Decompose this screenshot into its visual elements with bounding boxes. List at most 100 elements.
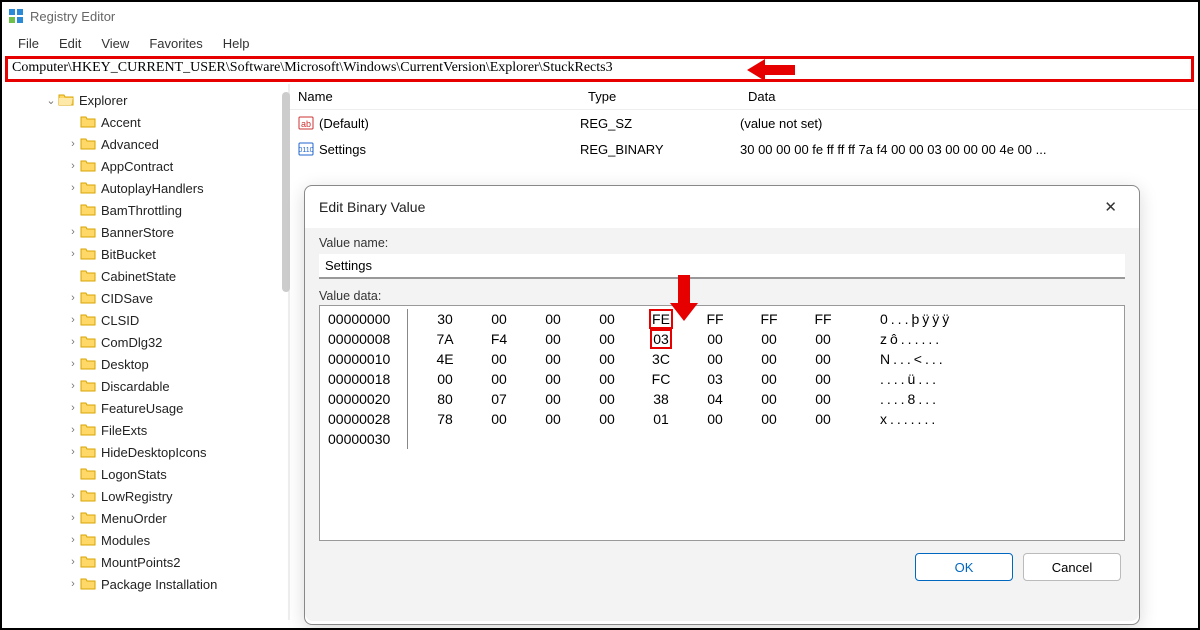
hex-byte[interactable]: 00	[580, 369, 634, 389]
menu-help[interactable]: Help	[213, 33, 260, 54]
cancel-button[interactable]: Cancel	[1023, 553, 1121, 581]
menu-favorites[interactable]: Favorites	[139, 33, 212, 54]
hex-row[interactable]: 000000208007000038040000....8...	[326, 389, 1118, 409]
hex-byte[interactable]: 00	[796, 409, 850, 429]
hex-byte[interactable]: 00	[526, 389, 580, 409]
hex-byte[interactable]: 00	[580, 409, 634, 429]
expand-icon[interactable]: ›	[66, 138, 80, 150]
tree-node[interactable]: ›Modules	[2, 529, 288, 551]
tree-node[interactable]: LogonStats	[2, 463, 288, 485]
hex-byte[interactable]: 07	[472, 389, 526, 409]
col-header-data[interactable]: Data	[740, 89, 1198, 104]
highlighted-byte[interactable]: 03	[650, 329, 672, 349]
hex-byte[interactable]: FF	[742, 309, 796, 329]
list-row[interactable]: ab(Default)REG_SZ(value not set)	[290, 110, 1198, 136]
expand-icon[interactable]: ›	[66, 314, 80, 326]
hex-byte[interactable]: FC	[634, 369, 688, 389]
hex-byte[interactable]: FF	[796, 309, 850, 329]
tree-node[interactable]: ›Advanced	[2, 133, 288, 155]
tree-node[interactable]: ›BitBucket	[2, 243, 288, 265]
scrollbar-thumb[interactable]	[282, 92, 290, 292]
tree-node[interactable]: BamThrottling	[2, 199, 288, 221]
tree-node[interactable]: ›Discardable	[2, 375, 288, 397]
hex-byte[interactable]: 38	[634, 389, 688, 409]
list-row[interactable]: 0110SettingsREG_BINARY30 00 00 00 fe ff …	[290, 136, 1198, 162]
tree-node[interactable]: ›CLSID	[2, 309, 288, 331]
col-header-type[interactable]: Type	[580, 89, 740, 104]
value-name-field[interactable]: Settings	[319, 254, 1125, 279]
hex-byte[interactable]: 00	[580, 349, 634, 369]
hex-row[interactable]: 000000287800000001000000x.......	[326, 409, 1118, 429]
hex-byte[interactable]: 00	[796, 389, 850, 409]
tree-node[interactable]: ›ComDlg32	[2, 331, 288, 353]
hex-byte[interactable]: 3C	[634, 349, 688, 369]
expand-icon[interactable]: ›	[66, 226, 80, 238]
hex-row[interactable]: 000000087AF4000003000000zô......	[326, 329, 1118, 349]
hex-byte[interactable]: 00	[526, 329, 580, 349]
tree-node[interactable]: ›Desktop	[2, 353, 288, 375]
hex-byte[interactable]: 00	[526, 309, 580, 329]
expand-icon[interactable]: ›	[66, 534, 80, 546]
hex-byte[interactable]: 00	[688, 409, 742, 429]
hex-byte[interactable]: 30	[418, 309, 472, 329]
tree-node[interactable]: ›LowRegistry	[2, 485, 288, 507]
expand-icon[interactable]: ›	[66, 556, 80, 568]
hex-row[interactable]: 0000001800000000FC030000....ü...	[326, 369, 1118, 389]
tree-node[interactable]: ›Package Installation	[2, 573, 288, 595]
tree-node[interactable]: ›FileExts	[2, 419, 288, 441]
hex-byte[interactable]: 00	[742, 389, 796, 409]
hex-byte[interactable]: 00	[580, 389, 634, 409]
hex-byte[interactable]: 00	[472, 309, 526, 329]
hex-byte[interactable]: 00	[796, 349, 850, 369]
hex-byte[interactable]: 4E	[418, 349, 472, 369]
expand-icon[interactable]: ›	[66, 578, 80, 590]
hex-byte[interactable]: 00	[472, 409, 526, 429]
tree-node[interactable]: ›HideDesktopIcons	[2, 441, 288, 463]
hex-byte[interactable]: 00	[688, 329, 742, 349]
hex-byte[interactable]: 00	[418, 369, 472, 389]
hex-byte[interactable]: 00	[742, 369, 796, 389]
tree-node[interactable]: ›BannerStore	[2, 221, 288, 243]
hex-byte[interactable]: 00	[526, 369, 580, 389]
expand-icon[interactable]: ›	[66, 358, 80, 370]
tree-node[interactable]: ›AutoplayHandlers	[2, 177, 288, 199]
address-bar[interactable]: Computer\HKEY_CURRENT_USER\Software\Micr…	[5, 56, 1194, 82]
hex-byte[interactable]: 00	[472, 349, 526, 369]
hex-byte[interactable]: 00	[742, 349, 796, 369]
expand-icon[interactable]: ›	[66, 182, 80, 194]
tree-node[interactable]: ›MountPoints2	[2, 551, 288, 573]
hex-byte[interactable]: 00	[796, 329, 850, 349]
hex-byte[interactable]: 7A	[418, 329, 472, 349]
tree-node[interactable]: CabinetState	[2, 265, 288, 287]
hex-row[interactable]: 0000000030000000FEFFFFFF0...þÿÿÿ	[326, 309, 1118, 329]
expand-icon[interactable]: ›	[66, 292, 80, 304]
ok-button[interactable]: OK	[915, 553, 1013, 581]
tree-node-parent[interactable]: ⌄ Explorer	[2, 89, 288, 111]
close-icon[interactable]: ✕	[1096, 194, 1125, 220]
expand-icon[interactable]: ›	[66, 248, 80, 260]
tree-node[interactable]: ›AppContract	[2, 155, 288, 177]
hex-editor[interactable]: 0000000030000000FEFFFFFF0...þÿÿÿ00000008…	[319, 305, 1125, 541]
expand-icon[interactable]: ›	[66, 160, 80, 172]
expand-icon[interactable]: ›	[66, 446, 80, 458]
tree-node[interactable]: ›FeatureUsage	[2, 397, 288, 419]
expand-icon[interactable]: ›	[66, 402, 80, 414]
tree-node[interactable]: ›MenuOrder	[2, 507, 288, 529]
hex-byte[interactable]: 00	[526, 349, 580, 369]
hex-byte[interactable]: 00	[796, 369, 850, 389]
hex-byte[interactable]: 78	[418, 409, 472, 429]
collapse-icon[interactable]: ⌄	[44, 94, 58, 107]
expand-icon[interactable]: ›	[66, 424, 80, 436]
hex-byte[interactable]: 00	[688, 349, 742, 369]
hex-byte[interactable]: F4	[472, 329, 526, 349]
hex-byte[interactable]: 00	[580, 309, 634, 329]
hex-byte[interactable]: 03	[688, 369, 742, 389]
expand-icon[interactable]: ›	[66, 490, 80, 502]
hex-row[interactable]: 00000030	[326, 429, 1118, 449]
tree-panel[interactable]: ⌄ Explorer Accent›Advanced›AppContract›A…	[2, 84, 290, 620]
hex-row[interactable]: 000000104E0000003C000000N...<...	[326, 349, 1118, 369]
hex-byte[interactable]: 00	[742, 409, 796, 429]
expand-icon[interactable]: ›	[66, 336, 80, 348]
hex-byte[interactable]: 00	[742, 329, 796, 349]
hex-byte[interactable]: 00	[526, 409, 580, 429]
